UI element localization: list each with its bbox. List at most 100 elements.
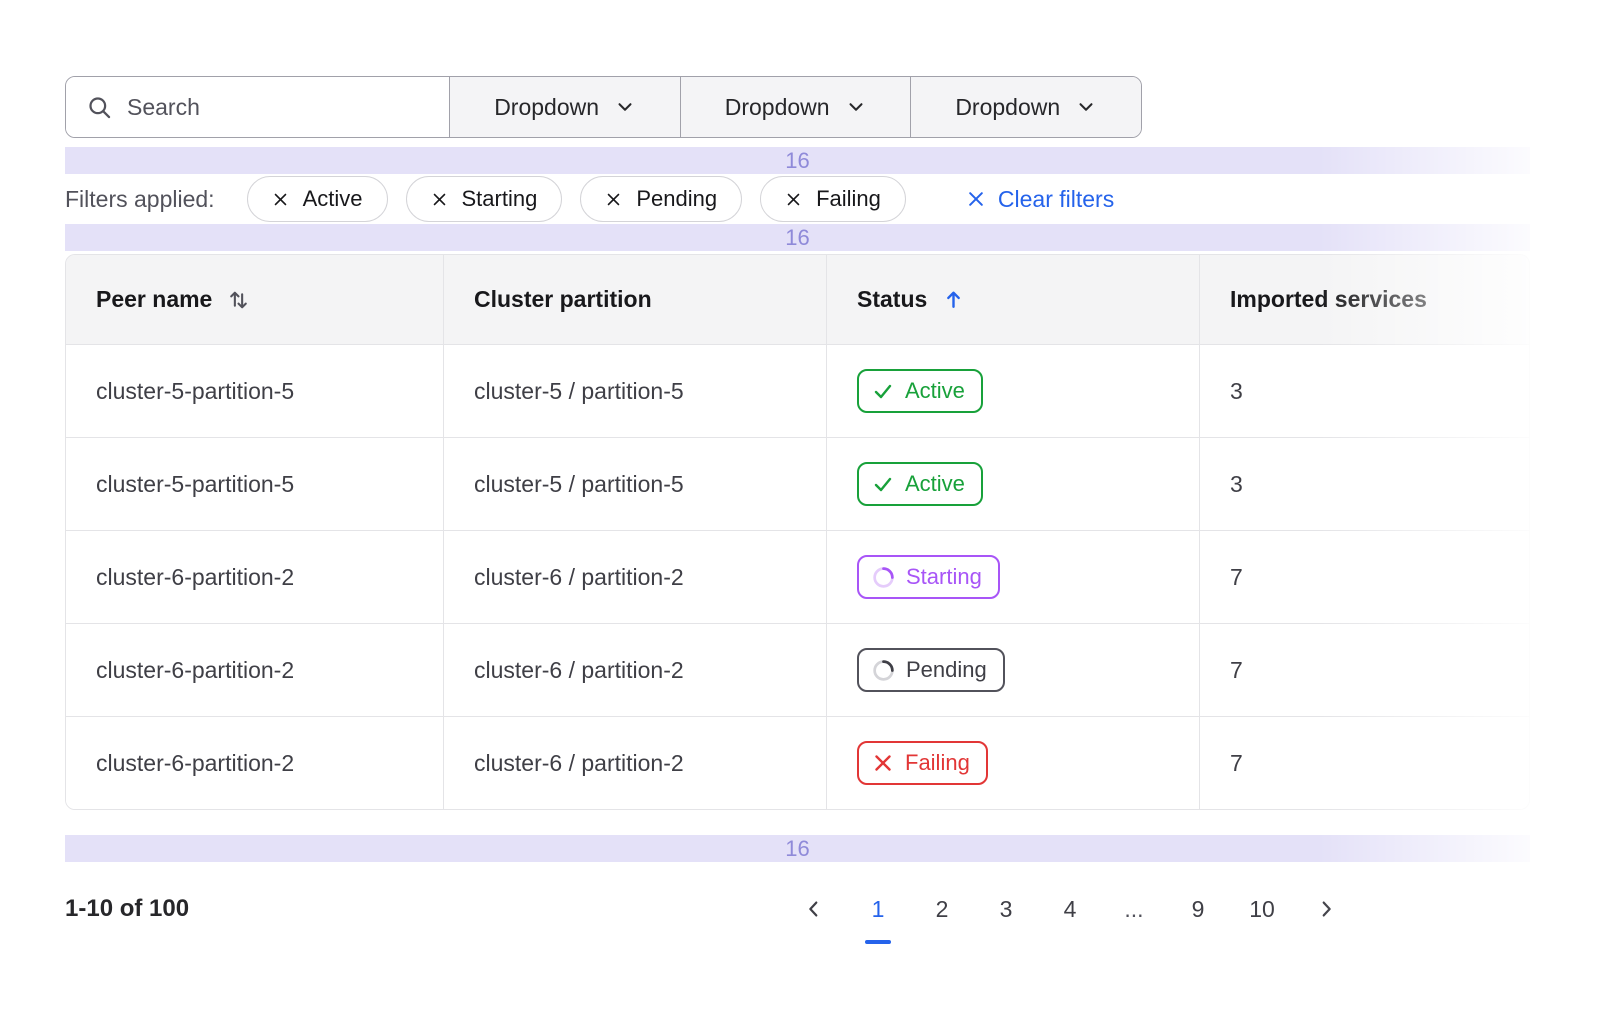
- check-icon: [871, 379, 895, 403]
- cell-imported-services: 7: [1199, 531, 1529, 623]
- cell-status: Starting: [826, 531, 1199, 623]
- remove-filter-icon: [605, 191, 622, 208]
- column-header-label: Peer name: [96, 286, 212, 313]
- column-header-peer-name[interactable]: Peer name: [66, 255, 443, 344]
- page-button-1[interactable]: 1: [855, 886, 901, 932]
- page-button-9[interactable]: 9: [1175, 886, 1221, 932]
- cell-cluster-partition: cluster-6 / partition-2: [443, 531, 826, 623]
- spacing-marker-value: 16: [785, 148, 809, 174]
- dropdown-button-1[interactable]: Dropdown: [449, 77, 680, 137]
- status-badge-pending: Pending: [857, 648, 1005, 692]
- filter-chip-pending[interactable]: Pending: [580, 176, 742, 222]
- cell-status: Active: [826, 438, 1199, 530]
- page-button-2[interactable]: 2: [919, 886, 965, 932]
- filter-chip-active[interactable]: Active: [247, 176, 388, 222]
- peer-name-value: cluster-6-partition-2: [96, 564, 294, 591]
- dropdown-button-2[interactable]: Dropdown: [680, 77, 911, 137]
- cell-cluster-partition: cluster-5 / partition-5: [443, 438, 826, 530]
- status-badge-active: Active: [857, 462, 983, 506]
- page-button-10[interactable]: 10: [1239, 886, 1285, 932]
- filters-applied-label: Filters applied:: [65, 186, 215, 213]
- page-button-3[interactable]: 3: [983, 886, 1029, 932]
- dropdown-button-3[interactable]: Dropdown: [910, 77, 1141, 137]
- status-label: Active: [905, 378, 965, 404]
- status-badge-failing: Failing: [857, 741, 988, 785]
- filter-chip-label: Active: [303, 186, 363, 212]
- cell-status: Failing: [826, 717, 1199, 809]
- cluster-partition-value: cluster-5 / partition-5: [474, 378, 684, 405]
- imported-services-value: 7: [1230, 564, 1243, 591]
- cell-imported-services: 3: [1199, 345, 1529, 437]
- filter-chip-failing[interactable]: Failing: [760, 176, 906, 222]
- pager: 1 2 3 4 ... 9 10: [782, 886, 1358, 932]
- spinner-icon: [871, 565, 896, 590]
- imported-services-value: 3: [1230, 471, 1243, 498]
- remove-filter-icon: [431, 191, 448, 208]
- search-icon: [86, 94, 113, 121]
- cell-status: Pending: [826, 624, 1199, 716]
- column-header-label: Status: [857, 286, 927, 313]
- filter-chip-label: Pending: [636, 186, 717, 212]
- peer-name-value: cluster-5-partition-5: [96, 471, 294, 498]
- filter-chip-label: Failing: [816, 186, 881, 212]
- cell-peer-name: cluster-5-partition-5: [66, 438, 443, 530]
- chevron-down-icon: [1075, 96, 1097, 118]
- imported-services-value: 7: [1230, 657, 1243, 684]
- chevron-down-icon: [845, 96, 867, 118]
- column-header-status[interactable]: Status: [826, 255, 1199, 344]
- cell-imported-services: 7: [1199, 717, 1529, 809]
- table-row[interactable]: cluster-6-partition-2 cluster-6 / partit…: [66, 530, 1529, 623]
- cell-peer-name: cluster-5-partition-5: [66, 345, 443, 437]
- spinner-icon: [871, 658, 896, 683]
- column-header-label: Imported services: [1230, 286, 1427, 313]
- filter-chip-starting[interactable]: Starting: [406, 176, 563, 222]
- filter-toolbar: Dropdown Dropdown Dropdown: [65, 76, 1142, 138]
- sort-ascending-icon: [941, 287, 966, 312]
- check-icon: [871, 472, 895, 496]
- peer-name-value: cluster-5-partition-5: [96, 378, 294, 405]
- spacing-marker-value: 16: [785, 225, 809, 251]
- imported-services-value: 7: [1230, 750, 1243, 777]
- table-row[interactable]: cluster-6-partition-2 cluster-6 / partit…: [66, 716, 1529, 809]
- peers-table: Peer name Cluster partition Status: [65, 254, 1530, 810]
- cell-peer-name: cluster-6-partition-2: [66, 624, 443, 716]
- previous-page-button[interactable]: [791, 886, 837, 932]
- spacing-marker-top: 16: [65, 147, 1530, 174]
- table-row[interactable]: cluster-5-partition-5 cluster-5 / partit…: [66, 344, 1529, 437]
- cell-peer-name: cluster-6-partition-2: [66, 531, 443, 623]
- column-header-imported-services[interactable]: Imported services: [1199, 255, 1529, 344]
- chevron-right-icon: [1315, 898, 1337, 920]
- results-summary: 1-10 of 100: [65, 895, 189, 923]
- x-icon: [871, 751, 895, 775]
- status-label: Failing: [905, 750, 970, 776]
- dropdown-label: Dropdown: [725, 94, 830, 121]
- cluster-partition-value: cluster-5 / partition-5: [474, 471, 684, 498]
- dropdown-label: Dropdown: [494, 94, 599, 121]
- chevron-left-icon: [803, 898, 825, 920]
- page-button-4[interactable]: 4: [1047, 886, 1093, 932]
- clear-filters-button[interactable]: Clear filters: [966, 186, 1114, 213]
- imported-services-value: 3: [1230, 378, 1243, 405]
- spacing-marker-value: 16: [785, 836, 809, 862]
- search-input[interactable]: [127, 94, 433, 121]
- cluster-partition-value: cluster-6 / partition-2: [474, 750, 684, 777]
- remove-filter-icon: [272, 191, 289, 208]
- peer-name-value: cluster-6-partition-2: [96, 657, 294, 684]
- cluster-partition-value: cluster-6 / partition-2: [474, 564, 684, 591]
- sort-both-icon: [226, 287, 251, 312]
- cell-peer-name: cluster-6-partition-2: [66, 717, 443, 809]
- table-row[interactable]: cluster-6-partition-2 cluster-6 / partit…: [66, 623, 1529, 716]
- column-header-cluster-partition[interactable]: Cluster partition: [443, 255, 826, 344]
- cell-cluster-partition: cluster-6 / partition-2: [443, 624, 826, 716]
- chevron-down-icon: [614, 96, 636, 118]
- spacing-marker-bottom: 16: [65, 835, 1530, 862]
- cluster-partition-value: cluster-6 / partition-2: [474, 657, 684, 684]
- cell-cluster-partition: cluster-6 / partition-2: [443, 717, 826, 809]
- table-row[interactable]: cluster-5-partition-5 cluster-5 / partit…: [66, 437, 1529, 530]
- spacing-marker-middle: 16: [65, 224, 1530, 251]
- pagination-row: 1-10 of 100 1 2 3 4 ... 9 10: [65, 882, 1530, 936]
- search-box[interactable]: [66, 77, 449, 137]
- next-page-button[interactable]: [1303, 886, 1349, 932]
- filter-chip-label: Starting: [462, 186, 538, 212]
- cell-status: Active: [826, 345, 1199, 437]
